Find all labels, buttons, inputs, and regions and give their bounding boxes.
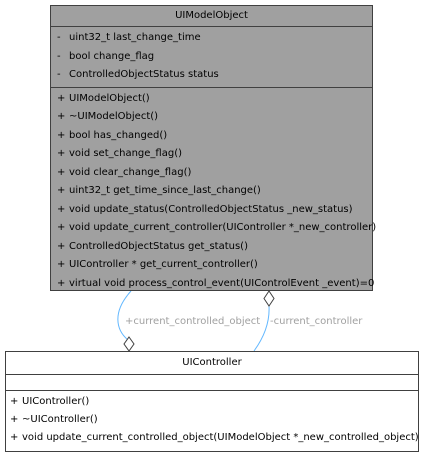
visibility-marker: + <box>57 92 66 104</box>
class-title: UIModelObject <box>51 6 372 27</box>
visibility-marker: + <box>57 259 66 270</box>
operation-text: UIController * get_current_controller() <box>69 259 258 270</box>
operation-row: + uint32_t get_time_since_last_change() <box>51 182 372 201</box>
operation-text: UIModelObject() <box>69 92 150 104</box>
class-uimodelobject[interactable]: UIModelObject - uint32_t last_change_time… <box>50 5 376 291</box>
operation-text: ControlledObjectStatus get_status() <box>69 240 248 252</box>
visibility-marker: - <box>57 69 61 80</box>
operation-row: + void set_change_flag() <box>51 145 372 164</box>
operation-row: + UIController * get_current_controller() <box>51 256 372 275</box>
operation-text: virtual void process_control_event(UICon… <box>69 277 375 289</box>
operation-row: + UIModelObject() <box>51 90 372 109</box>
visibility-marker: + <box>10 432 19 443</box>
operation-row: + ~UIController() <box>6 411 418 429</box>
operation-row: + void update_status(ControlledObjectStat… <box>51 201 372 220</box>
operation-row: + ~UIModelObject() <box>51 108 372 127</box>
label-current-controller: -current_controller <box>270 316 363 327</box>
aggregation-diamond-controller <box>123 336 135 352</box>
edge-current-controller <box>253 305 270 352</box>
operation-text: bool has_changed() <box>69 129 168 141</box>
operation-text: UIController() <box>22 396 90 407</box>
operation-text: ~UIController() <box>22 414 98 425</box>
operations-section: + UIModelObject() + ~UIModelObject() + bool… <box>51 88 376 296</box>
attribute-text: bool change_flag <box>69 50 155 62</box>
operation-text: ~UIModelObject() <box>69 111 159 122</box>
operation-text: void update_current_controller(UIControl… <box>69 222 377 233</box>
visibility-marker: - <box>57 32 61 43</box>
visibility-marker: + <box>57 240 66 252</box>
visibility-marker: - <box>57 50 61 62</box>
visibility-marker: + <box>57 185 66 196</box>
attribute-text: ControlledObjectStatus status <box>69 69 219 80</box>
class-title: UIController <box>6 352 418 375</box>
operation-row: + bool has_changed() <box>51 127 372 146</box>
operation-text: void set_change_flag() <box>69 148 183 159</box>
visibility-marker: + <box>57 203 66 215</box>
visibility-marker: + <box>10 414 19 425</box>
attributes-section: - uint32_t last_change_time - bool change_… <box>51 27 372 88</box>
operation-row: + UIController() <box>6 393 418 411</box>
visibility-marker: + <box>57 166 66 178</box>
operation-text: void update_current_controlled_object(UI… <box>22 432 419 443</box>
operation-row: + ControlledObjectStatus get_status() <box>51 238 372 257</box>
attribute-row: - uint32_t last_change_time <box>51 29 372 48</box>
operation-row: + void update_current_controlled_object(U… <box>6 429 419 447</box>
label-current-controlled-object: +current_controlled_object <box>125 316 260 327</box>
operation-text: void update_status(ControlledObjectStatu… <box>69 203 353 215</box>
visibility-marker: + <box>10 396 19 407</box>
attribute-row: - bool change_flag <box>51 48 372 67</box>
visibility-marker: + <box>57 222 66 233</box>
visibility-marker: + <box>57 148 66 159</box>
operation-text: uint32_t get_time_since_last_change() <box>69 185 261 196</box>
operation-row: + virtual void process_control_event(UICo… <box>51 275 375 294</box>
attribute-text: uint32_t last_change_time <box>69 32 201 43</box>
operation-row: + void update_current_controller(UIContro… <box>51 219 376 238</box>
visibility-marker: + <box>57 129 66 141</box>
visibility-marker: + <box>57 277 66 289</box>
attributes-section <box>6 375 418 391</box>
visibility-marker: + <box>57 111 66 122</box>
operation-row: + void clear_change_flag() <box>51 164 372 183</box>
attribute-row: - ControlledObjectStatus status <box>51 66 372 85</box>
class-uicontroller[interactable]: UIController + UIController() + ~UIControl… <box>5 351 419 452</box>
operations-section: + UIController() + ~UIController() + void u… <box>6 391 419 449</box>
operation-text: void clear_change_flag() <box>69 166 192 178</box>
